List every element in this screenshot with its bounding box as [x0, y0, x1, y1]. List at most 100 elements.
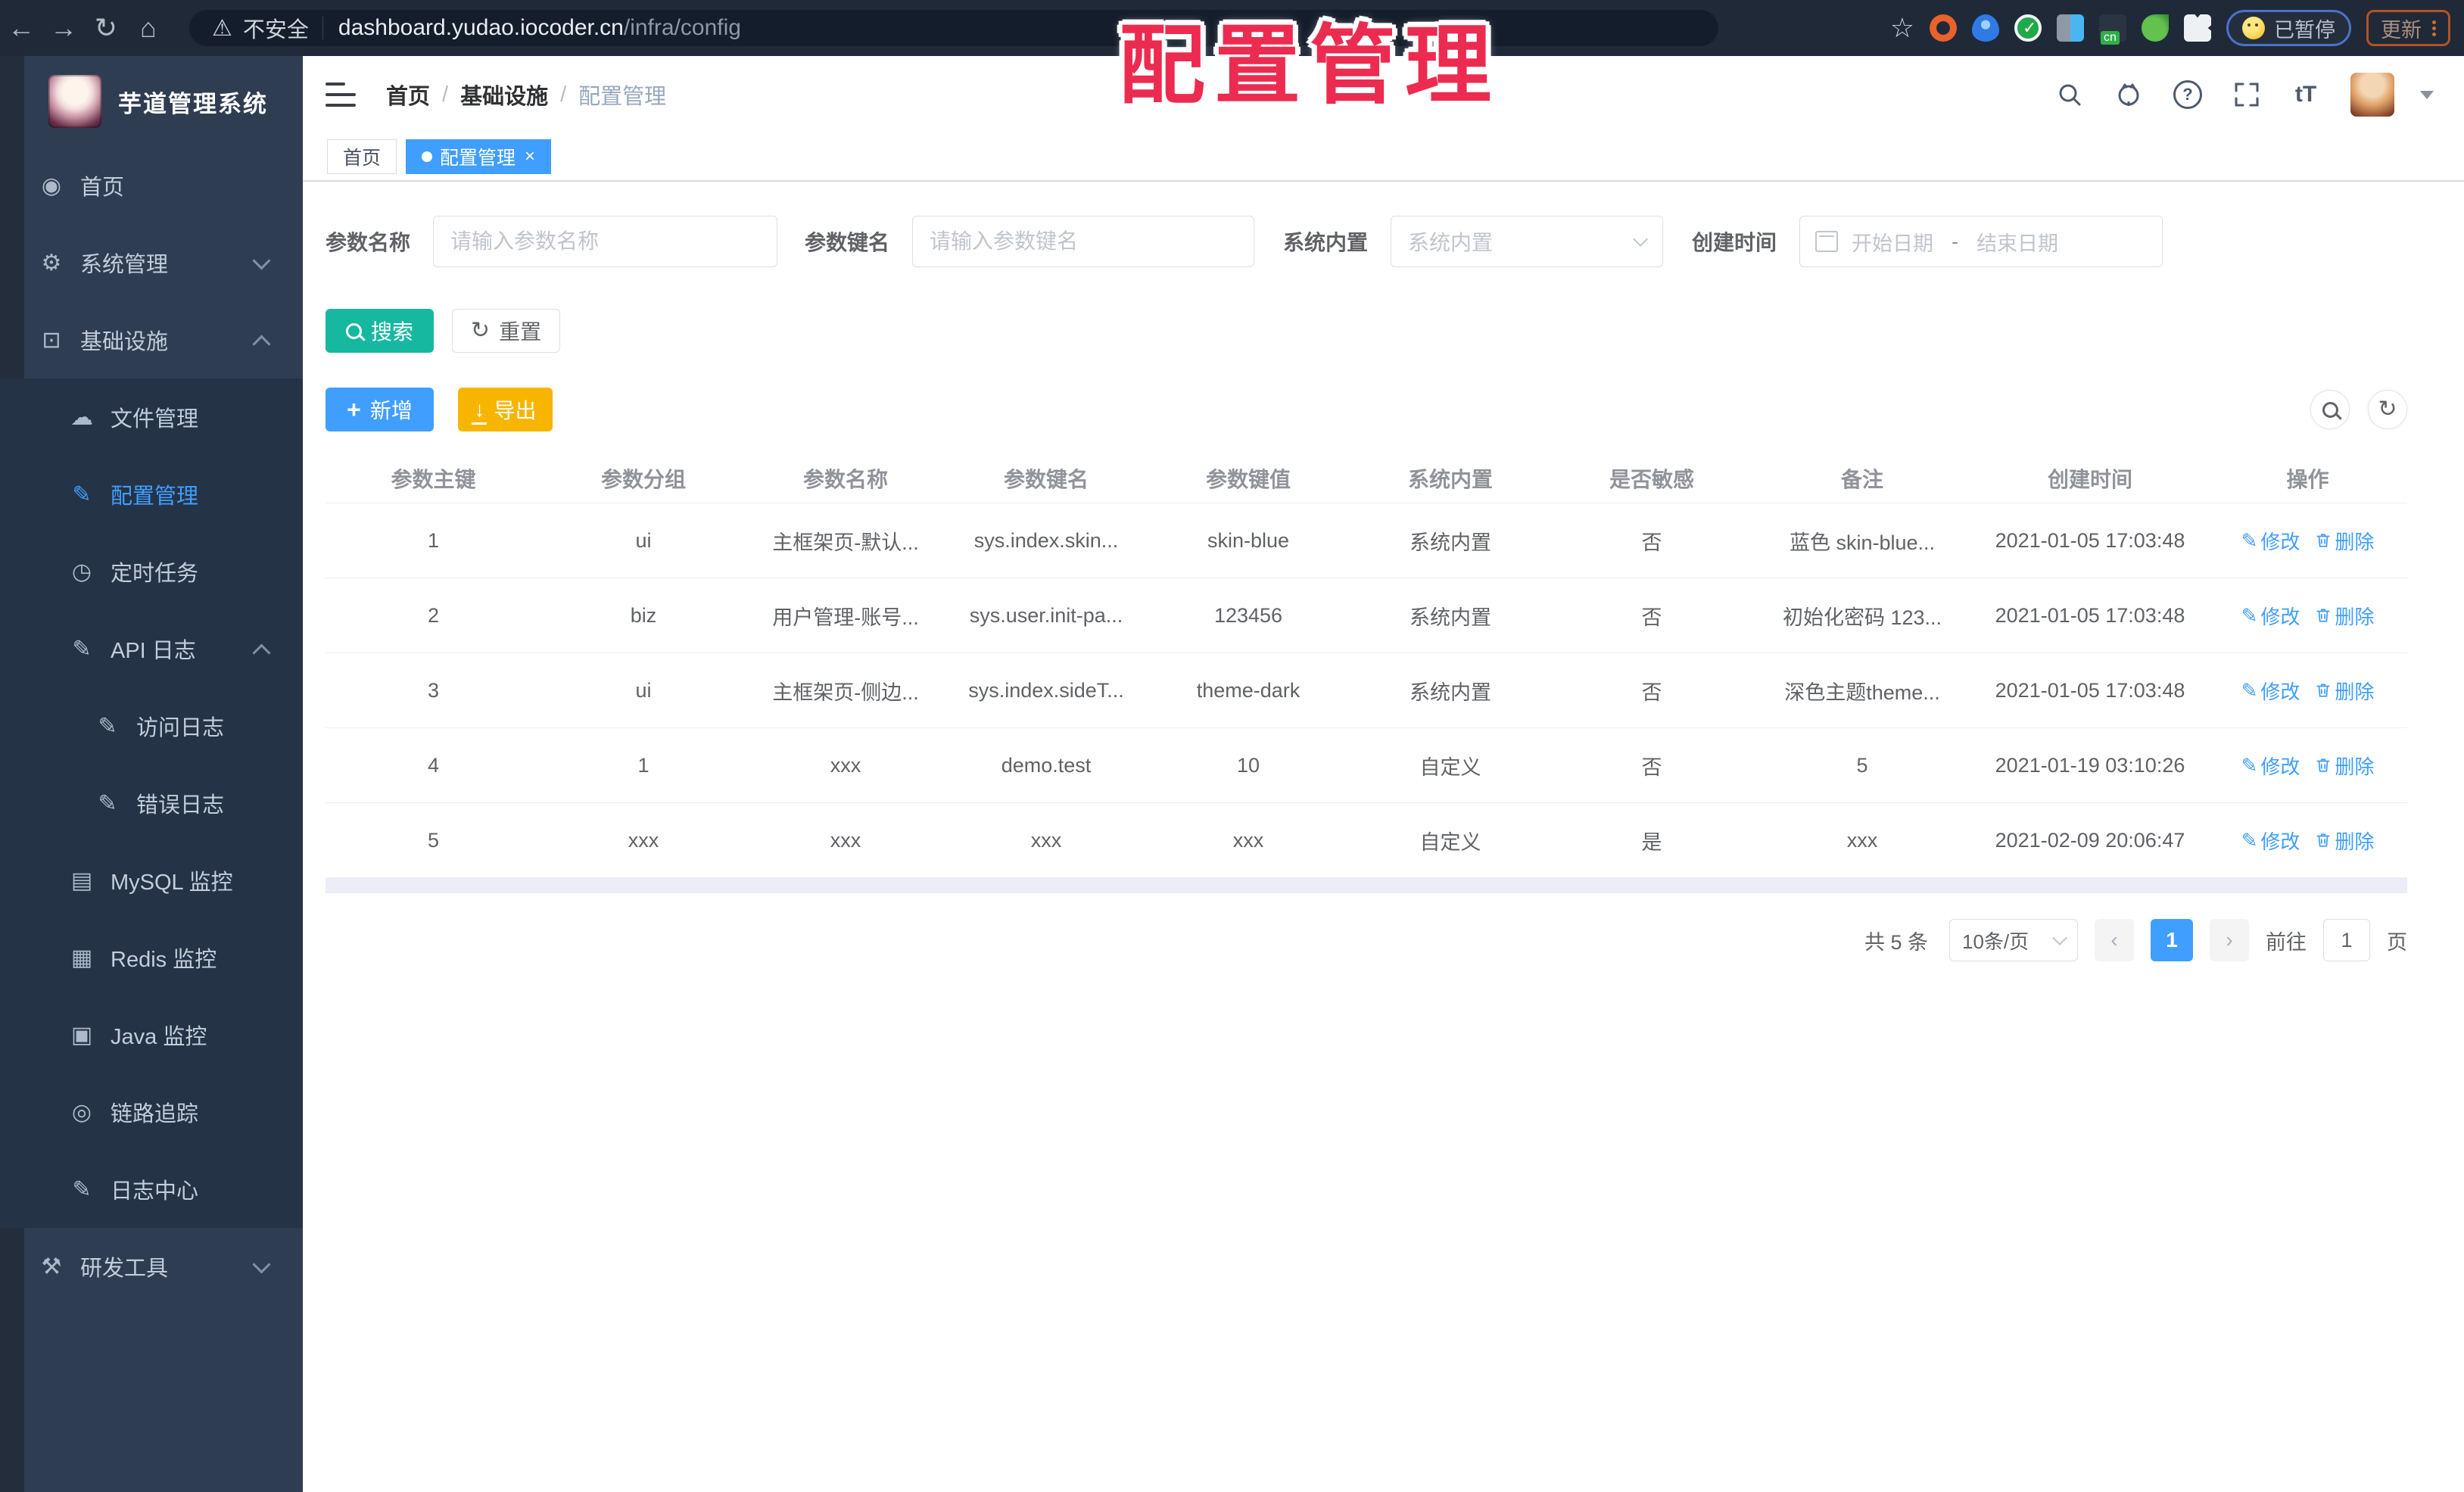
sidebar-item-label: 日志中心: [111, 1179, 199, 1204]
sidebar-item-job[interactable]: ◷ 定时任务: [0, 533, 303, 610]
next-page-button[interactable]: ›: [2210, 919, 2249, 961]
browser-menu-icon[interactable]: [2432, 20, 2436, 36]
extension-translate-icon[interactable]: cn: [2099, 14, 2126, 45]
delete-link[interactable]: 删除: [2315, 752, 2374, 780]
delete-link[interactable]: 删除: [2315, 602, 2374, 630]
page-size-select[interactable]: 10条/页: [1949, 919, 2078, 961]
cell-name: 主框架页-侧边...: [772, 681, 919, 704]
sidebar-item-config[interactable]: ✎ 配置管理: [0, 456, 303, 533]
refresh-table-button[interactable]: ↻: [2368, 390, 2407, 429]
delete-link[interactable]: 删除: [2315, 677, 2374, 705]
system-type-select[interactable]: 系统内置: [1391, 216, 1664, 267]
sidebar-item-error-log[interactable]: ✎ 错误日志: [0, 765, 303, 842]
sidebar-item-java[interactable]: ▣ Java 监控: [0, 996, 303, 1073]
cell-value: skin-blue: [1207, 528, 1290, 552]
cell-group: xxx: [628, 828, 659, 852]
tab-close-icon[interactable]: ×: [525, 148, 535, 166]
sidebar-item-access-log[interactable]: ✎ 访问日志: [0, 687, 303, 765]
cell-created: 2021-02-09 20:06:47: [1995, 828, 2185, 852]
table-horizontal-scrollbar[interactable]: [326, 878, 2407, 893]
param-key-input[interactable]: [912, 216, 1255, 267]
cell-sensitive: 否: [1641, 531, 1662, 554]
date-range-picker[interactable]: 开始日期 - 结束日期: [1799, 216, 2163, 267]
edit-link[interactable]: ✎ 修改: [2241, 602, 2300, 630]
edit-link[interactable]: ✎ 修改: [2241, 677, 2300, 705]
breadcrumb-item[interactable]: 基础设施: [460, 79, 548, 111]
sidebar-item-infra[interactable]: ⊡ 基础设施: [0, 301, 303, 378]
bookmark-star-icon[interactable]: ☆: [1890, 12, 1914, 44]
help-icon[interactable]: ?: [2173, 80, 2202, 109]
filter-form: 参数名称 参数键名 系统内置 系统内置 创建时间 开始日期 - 结束日期: [326, 215, 2407, 268]
overlay-page-title: 配置管理: [1119, 18, 1501, 114]
extension-check-icon[interactable]: [2014, 14, 2042, 42]
api-log-icon: ✎: [72, 636, 92, 662]
search-button[interactable]: 搜索: [326, 309, 434, 353]
extension-leaf-icon[interactable]: [2142, 14, 2169, 42]
chevron-down-icon: [2052, 930, 2067, 945]
header-actions: ? tT: [2055, 73, 2441, 117]
cell-value: theme-dark: [1196, 678, 1301, 702]
user-avatar[interactable]: [2350, 73, 2394, 117]
export-button[interactable]: ↓ 导出: [458, 388, 553, 431]
app-brand[interactable]: 芋道管理系统: [0, 56, 303, 147]
security-warning-icon[interactable]: ⚠: [212, 15, 232, 42]
chevron-up-icon: [252, 643, 271, 662]
sidebar-submenu: ☁ 文件管理 ✎ 配置管理 ◷ 定时任务 ✎ API 日志 ✎ 访问日志 ✎ 错误日志 ▤ MySQL 监…: [0, 378, 303, 1228]
sidebar-item-system[interactable]: ⚙ 系统管理: [0, 224, 303, 301]
current-page-button[interactable]: 1: [2151, 919, 2193, 961]
browser-update-button[interactable]: 更新: [2366, 10, 2450, 46]
sidebar-item-log-center[interactable]: ✎ 日志中心: [0, 1151, 303, 1228]
sidebar-item-redis[interactable]: ▦ Redis 监控: [0, 919, 303, 996]
system-type-label: 系统内置: [1283, 231, 1369, 254]
user-menu-caret-icon[interactable]: [2420, 90, 2434, 99]
prev-page-button[interactable]: ‹: [2095, 919, 2134, 961]
delete-link[interactable]: 删除: [2315, 827, 2374, 855]
table-row: 2 biz 用户管理-账号... sys.user.init-pa... 123456 系…: [326, 578, 2407, 653]
paused-label: 已暂停: [2274, 18, 2335, 42]
extensions-menu-icon[interactable]: [2184, 14, 2211, 42]
app-logo: [48, 75, 101, 128]
reset-button[interactable]: ↻ 重置: [452, 309, 560, 353]
fullscreen-icon[interactable]: [2232, 80, 2261, 109]
sidebar-item-devtools[interactable]: ⚒ 研发工具: [0, 1228, 303, 1305]
edit-link[interactable]: ✎ 修改: [2241, 752, 2300, 780]
sidebar-item-file[interactable]: ☁ 文件管理: [0, 378, 303, 456]
goto-page-input[interactable]: [2323, 919, 2370, 961]
sidebar-toggle-icon[interactable]: [326, 83, 356, 107]
delete-link[interactable]: 删除: [2315, 527, 2374, 555]
cn-badge: cn: [2101, 31, 2120, 45]
github-icon[interactable]: [2114, 80, 2143, 109]
font-size-icon[interactable]: tT: [2291, 80, 2320, 109]
param-name-input[interactable]: [433, 216, 778, 267]
edit-link[interactable]: ✎ 修改: [2241, 527, 2300, 555]
extension-puzzle-icon[interactable]: [2057, 14, 2084, 42]
date-start-placeholder: 开始日期: [1852, 232, 1934, 255]
breadcrumb-item[interactable]: 首页: [386, 79, 430, 111]
home-icon[interactable]: ⌂: [127, 12, 170, 44]
search-button-icon: [345, 322, 362, 339]
sidebar-item-trace[interactable]: ◎ 链路追踪: [0, 1073, 303, 1151]
extension-pin-icon[interactable]: [1972, 14, 1999, 42]
paused-extension-pill[interactable]: 已暂停: [2226, 10, 2351, 46]
tab-首页[interactable]: 首页: [327, 139, 397, 174]
tab-配置管理[interactable]: 配置管理 ×: [406, 139, 552, 174]
toggle-search-button[interactable]: [2310, 390, 2350, 429]
download-icon: ↓: [472, 397, 488, 425]
java-monitor-icon: ▣: [70, 1022, 93, 1048]
forward-icon[interactable]: →: [42, 12, 85, 44]
edit-link[interactable]: ✎ 修改: [2241, 827, 2300, 855]
column-header: 操作: [2286, 468, 2329, 491]
table-row: 3 ui 主框架页-侧边... sys.index.sideT... theme-dar…: [326, 653, 2407, 728]
search-icon[interactable]: [2055, 80, 2084, 109]
sidebar-item-mysql[interactable]: ▤ MySQL 监控: [0, 842, 303, 919]
cell-name: 用户管理-账号...: [772, 606, 919, 629]
add-button[interactable]: + 新增: [326, 388, 434, 431]
sidebar-item-api-log[interactable]: ✎ API 日志: [0, 610, 303, 687]
filter-actions: 搜索 ↻ 重置: [326, 309, 2407, 353]
access-log-icon: ✎: [98, 713, 117, 739]
reload-icon[interactable]: ↻: [85, 12, 127, 44]
back-icon[interactable]: ←: [0, 12, 42, 44]
delete-label: 删除: [2335, 830, 2375, 853]
extension-orange-icon[interactable]: [1930, 14, 1957, 42]
sidebar-item-home[interactable]: ◉ 首页: [0, 147, 303, 224]
